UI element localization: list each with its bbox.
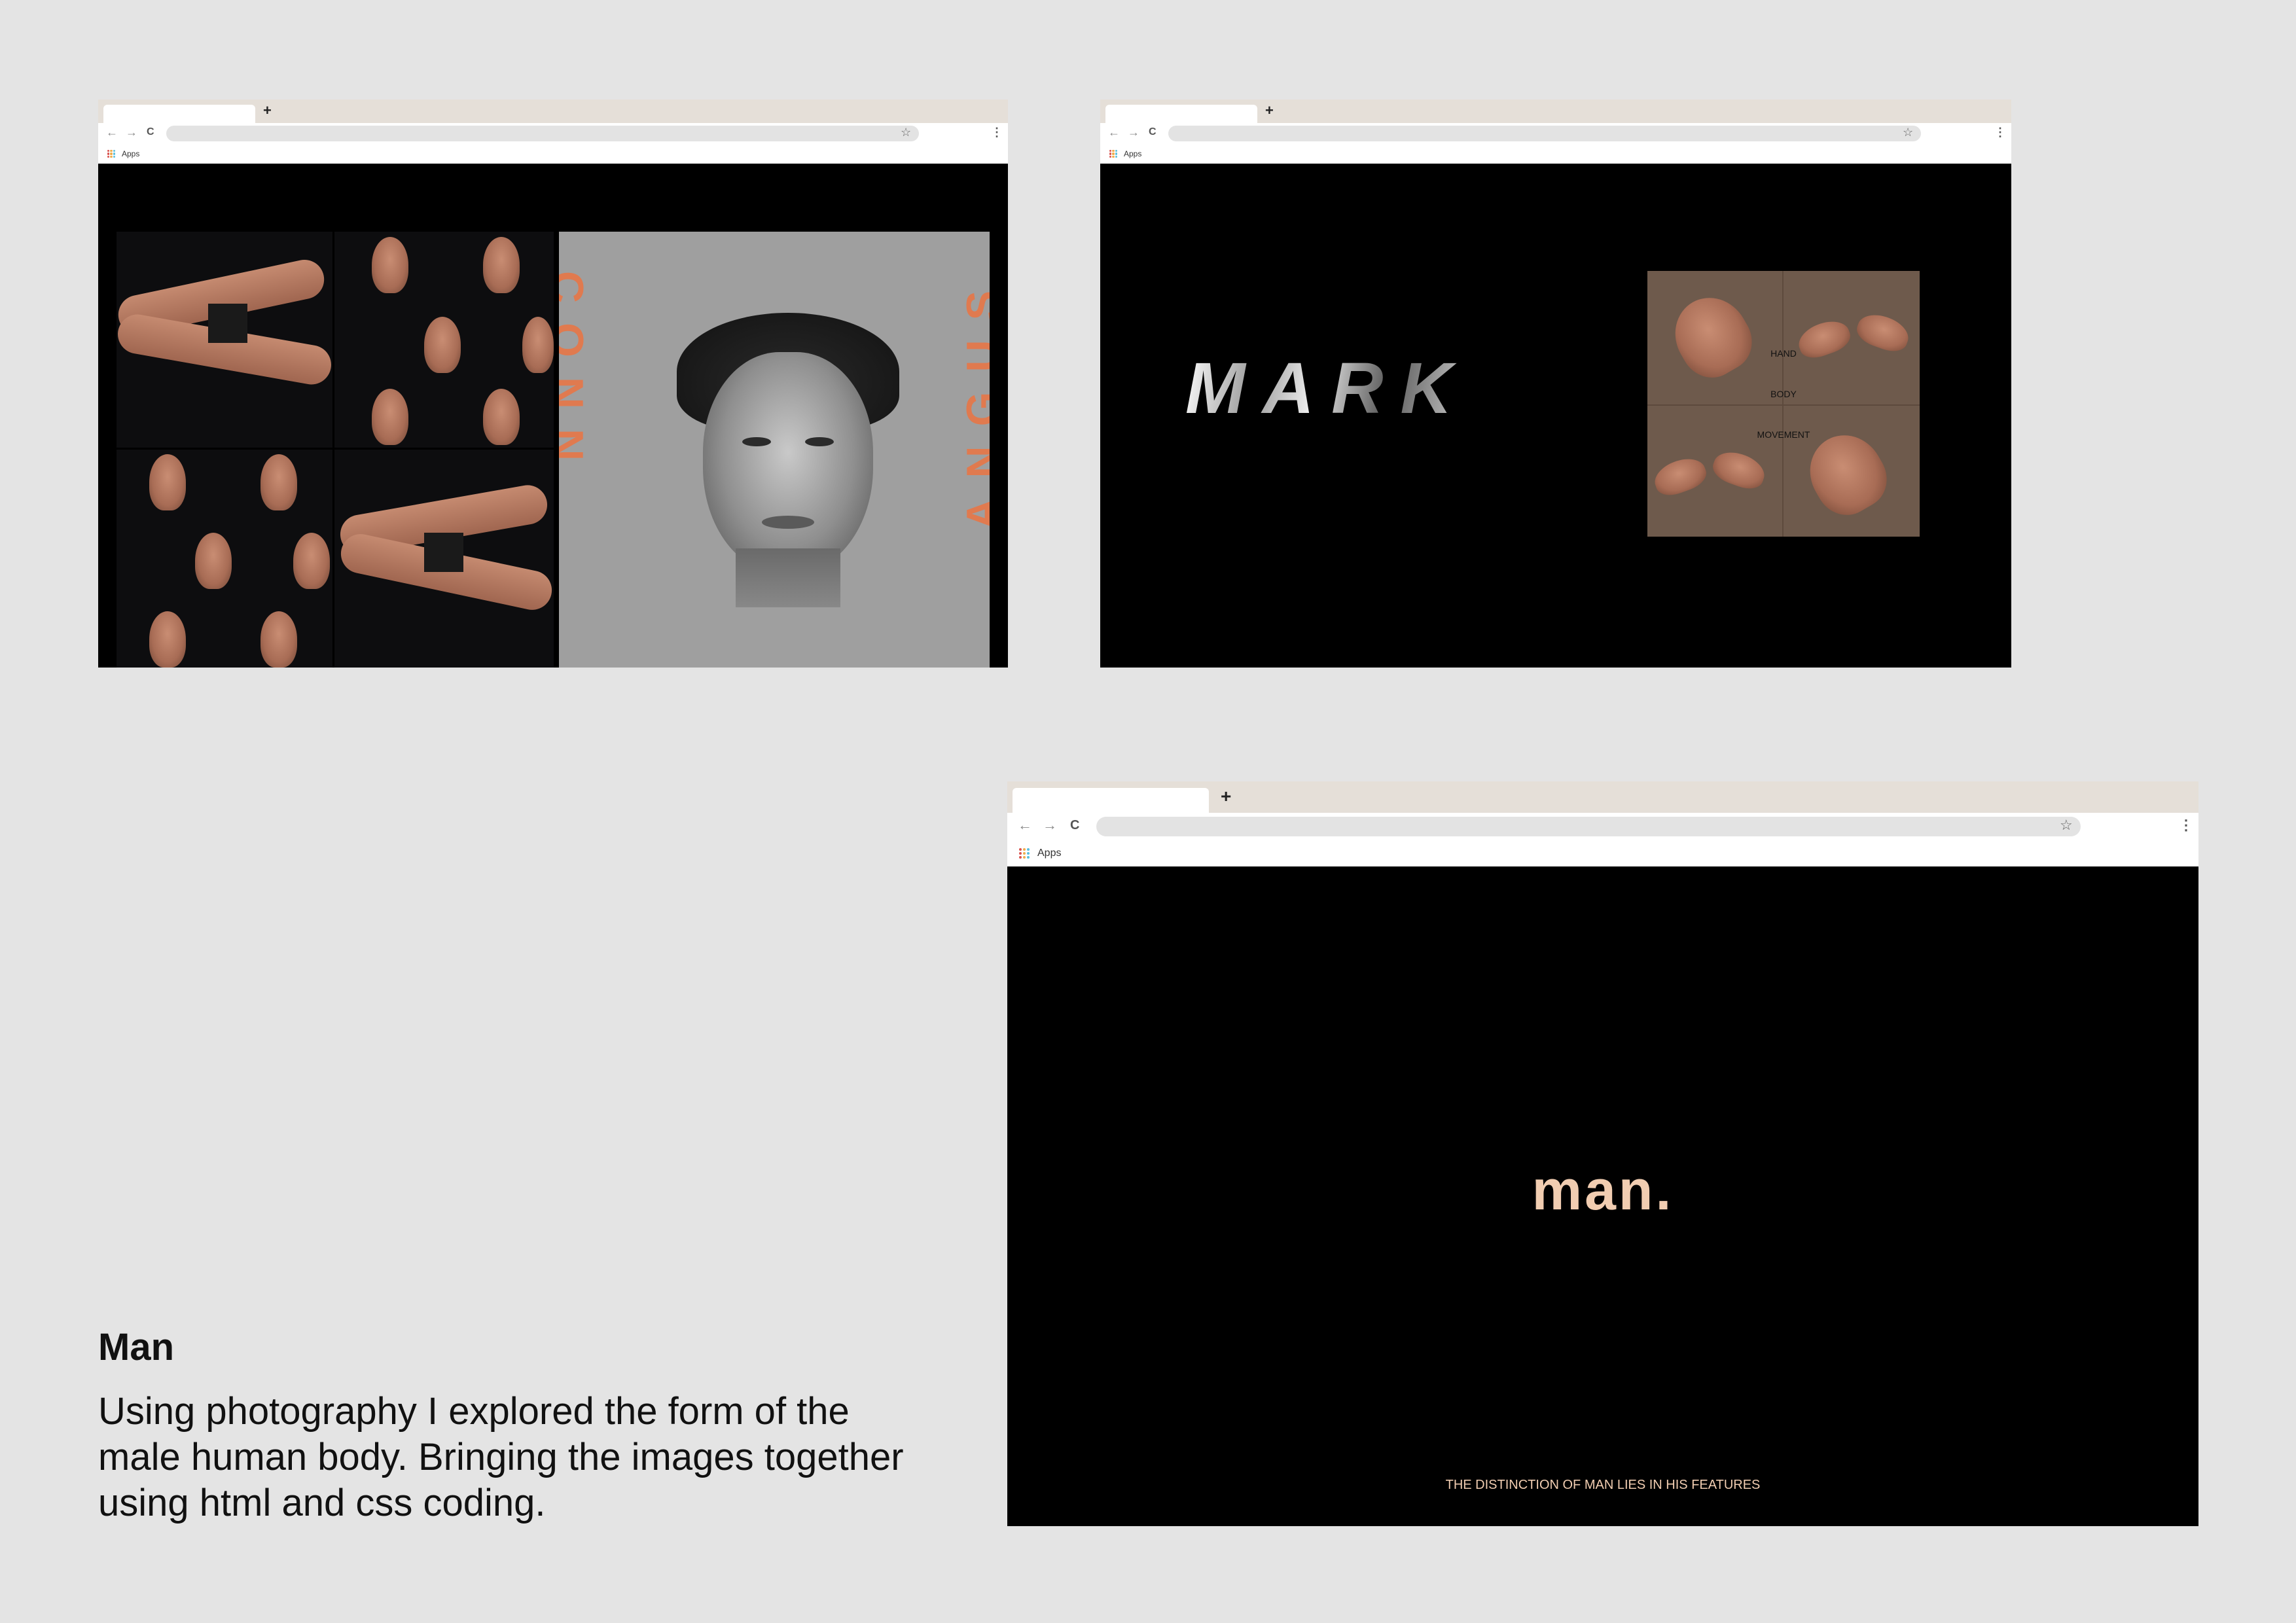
- tab-bar: +: [1007, 781, 2198, 813]
- browser-tab[interactable]: [103, 105, 255, 123]
- browser-toolbar: ← → C ☆ ⋮: [98, 123, 1008, 144]
- forward-icon[interactable]: →: [1043, 817, 1057, 834]
- address-bar[interactable]: [166, 126, 919, 141]
- reload-icon[interactable]: C: [147, 126, 154, 138]
- bookmark-star-icon[interactable]: ☆: [1903, 126, 1913, 139]
- hand-image: [195, 533, 232, 589]
- bookmark-star-icon[interactable]: ☆: [2060, 817, 2073, 834]
- back-icon[interactable]: ←: [1018, 817, 1032, 834]
- hand-image: [522, 317, 554, 373]
- mark-title: MARK: [1185, 348, 1469, 429]
- label-body: BODY: [1770, 389, 1797, 399]
- apps-icon[interactable]: [107, 150, 115, 158]
- apps-bookmark[interactable]: Apps: [1037, 847, 1061, 859]
- face: [703, 352, 873, 575]
- address-bar[interactable]: [1096, 817, 2081, 836]
- browser-tab[interactable]: [1013, 788, 1209, 813]
- hand-image: [1661, 284, 1763, 389]
- page-content: man. THE DISTINCTION OF MAN LIES IN HIS …: [1007, 866, 2198, 1526]
- vertical-name-left: CONN: [559, 271, 592, 481]
- hand-image: [483, 237, 520, 293]
- hand-image: [424, 317, 461, 373]
- hand-image: [149, 454, 186, 510]
- hand-image: [260, 611, 297, 668]
- eye-left: [742, 437, 771, 446]
- vertical-name-right: ANGUS: [958, 271, 990, 530]
- browser-menu-icon[interactable]: ⋮: [1994, 126, 2006, 139]
- bookmarks-bar: Apps: [1100, 144, 2011, 164]
- browser-toolbar: ← → C ☆ ⋮: [1007, 813, 2198, 840]
- hand-image: [1709, 446, 1769, 494]
- neck: [736, 548, 840, 607]
- eye-right: [805, 437, 834, 446]
- hand-image: [372, 237, 408, 293]
- man-title: man.: [1532, 1159, 1674, 1222]
- page-content: MARK HAND BODY MOVEMENT: [1100, 164, 2011, 668]
- new-tab-button[interactable]: +: [263, 102, 272, 119]
- reload-icon[interactable]: C: [1070, 818, 1079, 833]
- hand-image: [1650, 452, 1710, 501]
- browser-menu-icon[interactable]: ⋮: [2179, 817, 2193, 834]
- address-bar[interactable]: [1168, 126, 1921, 141]
- hand-image: [260, 454, 297, 510]
- new-tab-button[interactable]: +: [1221, 786, 1231, 807]
- hands-shadow: [208, 304, 247, 343]
- apps-icon[interactable]: [1019, 848, 1030, 859]
- tab-bar: +: [98, 99, 1008, 123]
- page-content: CONN ANGUS: [98, 164, 1008, 668]
- forward-icon[interactable]: →: [1128, 126, 1139, 139]
- browser-window-2: + ← → C ☆ ⋮ Apps MARK HAND BODY MOVEMENT: [1100, 99, 2011, 668]
- man-tagline: THE DISTINCTION OF MAN LIES IN HIS FEATU…: [1445, 1478, 1761, 1492]
- browser-menu-icon[interactable]: ⋮: [991, 126, 1003, 139]
- reload-icon[interactable]: C: [1149, 126, 1157, 138]
- bookmarks-bar: Apps: [98, 144, 1008, 164]
- portrait-panel: CONN ANGUS: [559, 232, 990, 668]
- browser-toolbar: ← → C ☆ ⋮: [1100, 123, 2011, 144]
- portrait-photo: [677, 313, 899, 607]
- back-icon[interactable]: ←: [106, 126, 118, 139]
- hand-image: [149, 611, 186, 668]
- browser-tab[interactable]: [1105, 105, 1257, 123]
- hand-image: [372, 389, 408, 445]
- label-movement: MOVEMENT: [1757, 429, 1810, 440]
- caption-body: Using photography I explored the form of…: [98, 1390, 904, 1524]
- mouth: [762, 516, 814, 529]
- browser-window-1: + ← → C ☆ ⋮ Apps CONN ANGUS: [98, 99, 1008, 668]
- hands-grid-panel: [115, 232, 556, 668]
- caption-title: Man: [98, 1326, 174, 1368]
- tab-bar: +: [1100, 99, 2011, 123]
- apps-icon[interactable]: [1109, 150, 1117, 158]
- label-hand: HAND: [1770, 348, 1797, 359]
- apps-bookmark[interactable]: Apps: [122, 149, 139, 158]
- browser-window-3: + ← → C ☆ ⋮ Apps man. THE DISTINCTION OF…: [1007, 781, 2198, 1526]
- bookmark-star-icon[interactable]: ☆: [901, 126, 911, 139]
- hand-image: [483, 389, 520, 445]
- hand-image: [293, 533, 330, 589]
- forward-icon[interactable]: →: [126, 126, 137, 139]
- apps-bookmark[interactable]: Apps: [1124, 149, 1141, 158]
- hand-body-movement-panel: HAND BODY MOVEMENT: [1647, 271, 1920, 537]
- bookmarks-bar: Apps: [1007, 840, 2198, 866]
- hands-shadow: [424, 533, 463, 572]
- back-icon[interactable]: ←: [1108, 126, 1120, 139]
- new-tab-button[interactable]: +: [1265, 102, 1274, 119]
